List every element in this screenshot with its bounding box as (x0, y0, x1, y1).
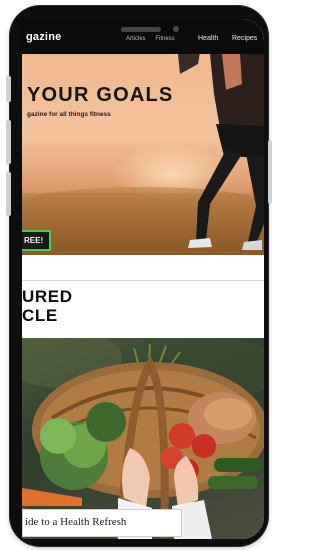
nav-item-recipes[interactable]: Recipes (232, 35, 257, 42)
nav-item-articles[interactable]: Articles (126, 36, 146, 42)
section-divider (22, 280, 264, 281)
hero-banner: YOUR GOALS gazine for all things fitness… (22, 54, 264, 255)
brand-logo[interactable]: gazine (26, 31, 61, 43)
volume-up-button (6, 120, 11, 164)
subscribe-button[interactable]: REE! (22, 230, 52, 251)
mute-switch (6, 76, 11, 102)
power-button (268, 140, 272, 204)
nav-item-fitness[interactable]: Fitness (155, 36, 174, 42)
hero-subtitle: gazine for all things fitness (27, 111, 111, 118)
stage: gazine Articles Fitness Health Recipes Y… (0, 0, 278, 550)
speaker-notch (121, 27, 161, 32)
heading-line-1: URED (22, 287, 73, 306)
volume-down-button (6, 172, 11, 216)
phone-screen: gazine Articles Fitness Health Recipes Y… (22, 19, 264, 539)
nav-menu: Articles Fitness (126, 36, 183, 42)
article-card-title: ide to a Health Refresh (25, 516, 127, 528)
featured-article-heading: URED CLE (22, 287, 73, 325)
camera-icon (173, 26, 179, 32)
heading-line-2: CLE (22, 306, 58, 325)
hero-title: YOUR GOALS (27, 84, 174, 106)
article-title-card[interactable]: ide to a Health Refresh (22, 509, 182, 537)
runner-figure (178, 54, 264, 250)
top-nav: gazine Articles Fitness Health Recipes (22, 19, 264, 54)
nav-item-health[interactable]: Health (198, 35, 218, 42)
